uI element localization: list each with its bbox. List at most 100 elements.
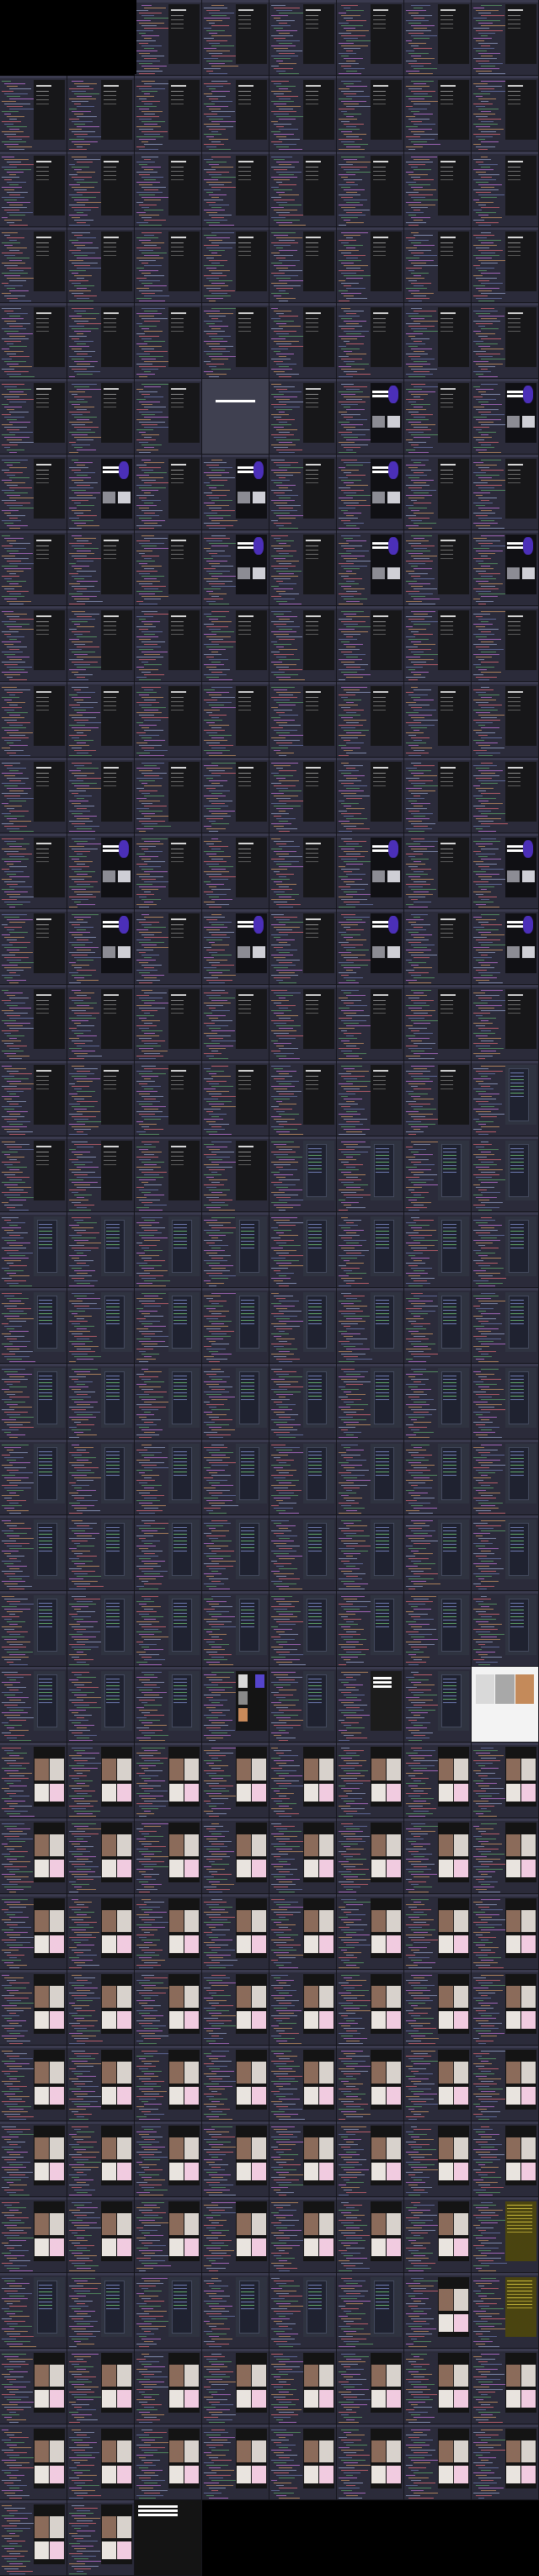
code-editor[interactable]	[406, 5, 436, 71]
code-editor[interactable]	[271, 1293, 302, 1359]
editor-tab-bar[interactable]	[202, 455, 269, 457]
code-editor[interactable]	[2, 308, 32, 374]
editor-tab-bar[interactable]	[472, 758, 538, 760]
code-editor[interactable]	[339, 460, 369, 525]
editor-tab-bar[interactable]	[202, 303, 269, 306]
code-editor[interactable]	[339, 81, 369, 146]
editor-tab-bar[interactable]	[67, 1136, 134, 1139]
editor-tab-bar[interactable]	[404, 227, 471, 230]
code-editor[interactable]	[136, 81, 167, 146]
editor-tab-bar[interactable]	[202, 606, 269, 609]
editor-tab-bar[interactable]	[404, 530, 471, 533]
code-editor[interactable]	[2, 1066, 32, 1131]
code-editor[interactable]	[69, 1369, 99, 1434]
code-editor[interactable]	[406, 1142, 436, 1207]
code-editor[interactable]	[339, 308, 369, 374]
editor-tab-bar[interactable]	[270, 303, 336, 306]
code-editor[interactable]	[271, 384, 302, 450]
editor-tab-bar[interactable]	[0, 909, 67, 912]
editor-tab-bar[interactable]	[67, 606, 134, 609]
code-editor[interactable]	[69, 384, 99, 450]
code-editor[interactable]	[136, 5, 167, 71]
editor-tab-bar[interactable]	[135, 303, 201, 306]
editor-tab-bar[interactable]	[135, 76, 201, 78]
code-editor[interactable]	[69, 687, 99, 753]
code-editor[interactable]	[69, 763, 99, 828]
code-editor[interactable]	[136, 1217, 167, 1283]
code-editor[interactable]	[2, 914, 32, 980]
code-editor[interactable]	[136, 232, 167, 298]
code-editor[interactable]	[406, 384, 436, 450]
code-editor[interactable]	[2, 1217, 32, 1283]
editor-tab-bar[interactable]	[0, 530, 67, 533]
editor-tab-bar[interactable]	[135, 530, 201, 533]
code-editor[interactable]	[2, 1369, 32, 1434]
code-editor[interactable]	[271, 1142, 302, 1207]
code-editor[interactable]	[204, 1369, 234, 1434]
code-editor[interactable]	[406, 914, 436, 980]
editor-tab-bar[interactable]	[404, 606, 471, 609]
editor-tab-bar[interactable]	[472, 1288, 538, 1291]
code-editor[interactable]	[2, 687, 32, 753]
editor-tab-bar[interactable]	[0, 1288, 67, 1291]
editor-tab-bar[interactable]	[202, 682, 269, 684]
code-editor[interactable]	[406, 157, 436, 222]
editor-tab-bar[interactable]	[270, 606, 336, 609]
editor-tab-bar[interactable]	[404, 1136, 471, 1139]
code-editor[interactable]	[473, 384, 504, 450]
code-editor[interactable]	[69, 1066, 99, 1131]
code-editor[interactable]	[339, 1293, 369, 1359]
editor-tab-bar[interactable]	[270, 985, 336, 987]
code-editor[interactable]	[204, 5, 234, 71]
code-editor[interactable]	[271, 308, 302, 374]
code-editor[interactable]	[204, 611, 234, 677]
editor-tab-bar[interactable]	[472, 227, 538, 230]
editor-tab-bar[interactable]	[270, 530, 336, 533]
editor-tab-bar[interactable]	[472, 682, 538, 684]
editor-tab-bar[interactable]	[67, 303, 134, 306]
editor-tab-bar[interactable]	[404, 1212, 471, 1215]
code-editor[interactable]	[136, 384, 167, 450]
editor-tab-bar[interactable]	[404, 833, 471, 836]
editor-tab-bar[interactable]	[135, 833, 201, 836]
code-editor[interactable]	[2, 1142, 32, 1207]
editor-tab-bar[interactable]	[0, 1136, 67, 1139]
editor-tab-bar[interactable]	[135, 1136, 201, 1139]
editor-tab-bar[interactable]	[337, 909, 403, 912]
editor-tab-bar[interactable]	[67, 833, 134, 836]
code-editor[interactable]	[473, 687, 504, 753]
code-editor[interactable]	[136, 1066, 167, 1131]
editor-tab-bar[interactable]	[337, 833, 403, 836]
code-editor[interactable]	[406, 460, 436, 525]
code-editor[interactable]	[339, 687, 369, 753]
code-editor[interactable]	[204, 1066, 234, 1131]
editor-tab-bar[interactable]	[337, 606, 403, 609]
editor-tab-bar[interactable]	[135, 758, 201, 760]
editor-tab-bar[interactable]	[270, 758, 336, 760]
code-editor[interactable]	[204, 232, 234, 298]
code-editor[interactable]	[204, 687, 234, 753]
editor-tab-bar[interactable]	[135, 1364, 201, 1366]
code-editor[interactable]	[136, 157, 167, 222]
code-editor[interactable]	[204, 1142, 234, 1207]
code-editor[interactable]	[271, 990, 302, 1056]
code-editor[interactable]	[473, 81, 504, 146]
editor-tab-bar[interactable]	[337, 1212, 403, 1215]
editor-tab-bar[interactable]	[202, 0, 269, 3]
code-editor[interactable]	[69, 535, 99, 601]
editor-tab-bar[interactable]	[67, 985, 134, 987]
editor-tab-bar[interactable]	[0, 985, 67, 987]
editor-tab-bar[interactable]	[270, 1061, 336, 1063]
editor-tab-bar[interactable]	[472, 455, 538, 457]
editor-tab-bar[interactable]	[472, 833, 538, 836]
code-editor[interactable]	[406, 535, 436, 601]
code-editor[interactable]	[69, 838, 99, 904]
code-editor[interactable]	[136, 763, 167, 828]
code-editor[interactable]	[473, 157, 504, 222]
code-editor[interactable]	[271, 763, 302, 828]
editor-tab-bar[interactable]	[67, 455, 134, 457]
editor-tab-bar[interactable]	[270, 1136, 336, 1139]
code-editor[interactable]	[339, 611, 369, 677]
code-editor[interactable]	[271, 5, 302, 71]
editor-tab-bar[interactable]	[135, 0, 201, 3]
